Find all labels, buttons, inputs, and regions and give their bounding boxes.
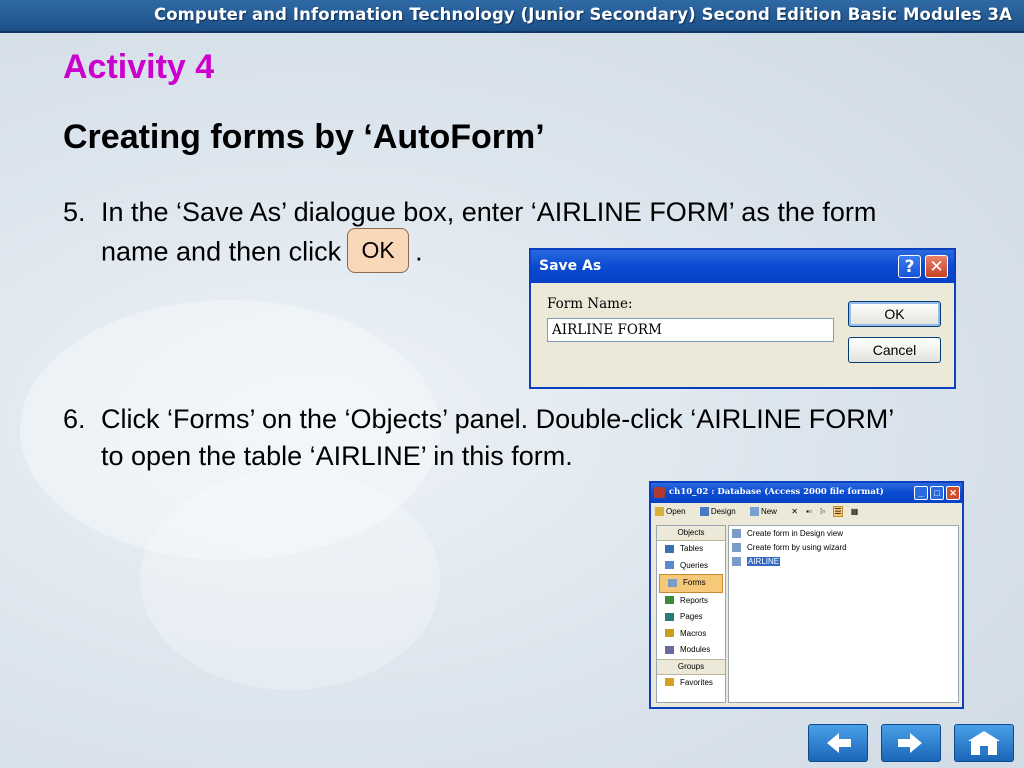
query-icon xyxy=(665,561,674,570)
groups-list: Favorites xyxy=(657,675,725,692)
page-icon xyxy=(665,612,674,621)
step-number: 6. xyxy=(63,404,86,434)
save-as-dialog: Save As ? ✕ Form Name: AIRLINE FORM OK C… xyxy=(529,248,956,389)
minimize-icon[interactable]: _ xyxy=(914,486,928,500)
close-icon[interactable]: ✕ xyxy=(925,255,948,278)
objects-list-view: Create form in Design view Create form by… xyxy=(728,525,959,703)
header-title: Computer and Information Technology (Jun… xyxy=(154,5,1012,24)
step-text: Click ‘Forms’ on the ‘Objects’ panel. Do… xyxy=(101,401,894,475)
objects-header[interactable]: Objects xyxy=(657,526,725,541)
objects-panel: Objects Tables Queries Forms Reports Pages Ma… xyxy=(656,525,726,703)
new-label: New xyxy=(760,507,777,516)
design-label: Design xyxy=(710,507,736,516)
new-button[interactable]: New xyxy=(749,507,783,517)
item-label: Create form in Design view xyxy=(747,529,844,538)
item-label: Queries xyxy=(680,560,709,570)
item-label: Reports xyxy=(680,595,709,605)
item-label: Favorites xyxy=(680,677,713,687)
home-button[interactable] xyxy=(954,724,1014,762)
list-item[interactable]: AIRLINE xyxy=(729,555,958,568)
step-line: name and then click xyxy=(101,236,342,267)
objects-list: Tables Queries Forms Reports Pages Macros Modu… xyxy=(657,541,725,659)
ok-button-illustration: OK xyxy=(347,228,410,273)
groups-header[interactable]: Groups xyxy=(657,658,725,675)
dialog-titlebar: Save As ? ✕ xyxy=(531,250,954,283)
database-window: ch10_02 : Database (Access 2000 file for… xyxy=(649,481,964,709)
background-decoration xyxy=(140,470,440,690)
open-label: Open xyxy=(666,507,686,516)
large-icons-icon[interactable]: ▪▫ xyxy=(806,507,812,516)
design-view-icon xyxy=(732,529,741,539)
list-item[interactable]: Create form by using wizard xyxy=(729,541,958,554)
list-view-icon[interactable]: ☰ xyxy=(833,506,843,517)
open-icon xyxy=(655,507,664,517)
step-line: In the ‘Save As’ dialogue box, enter ‘AI… xyxy=(101,197,877,227)
design-icon xyxy=(699,507,709,517)
db-title: ch10_02 : Database (Access 2000 file for… xyxy=(669,487,884,497)
form-name-input[interactable]: AIRLINE FORM xyxy=(547,318,834,342)
favorites-icon xyxy=(665,678,674,687)
help-icon[interactable]: ? xyxy=(898,255,921,278)
ok-button[interactable]: OK xyxy=(848,301,941,327)
database-icon xyxy=(654,487,665,498)
sidebar-item-forms[interactable]: Forms xyxy=(659,574,723,593)
report-icon xyxy=(665,596,674,605)
sidebar-item-tables[interactable]: Tables xyxy=(657,541,725,558)
sidebar-item-reports[interactable]: Reports xyxy=(657,593,725,610)
item-label: Create form by using wizard xyxy=(747,543,847,552)
step-6: 6. Click ‘Forms’ on the ‘Objects’ panel.… xyxy=(63,401,1013,481)
open-button[interactable]: Open xyxy=(655,507,692,517)
arrow-right-icon xyxy=(898,733,922,753)
item-label: Pages xyxy=(680,612,703,621)
step-line: . xyxy=(415,236,423,267)
table-icon xyxy=(665,544,674,553)
sidebar-item-favorites[interactable]: Favorites xyxy=(657,675,725,692)
arrow-left-icon xyxy=(827,733,851,753)
new-icon xyxy=(749,507,759,517)
header-bar: Computer and Information Technology (Jun… xyxy=(0,0,1024,33)
back-button[interactable] xyxy=(808,724,868,762)
item-label: Modules xyxy=(680,645,711,654)
step-number: 5. xyxy=(63,197,86,227)
delete-icon[interactable]: ✕ xyxy=(791,507,798,516)
activity-heading: Activity 4 xyxy=(63,48,215,86)
entries-list: Create form in Design view Create form by… xyxy=(729,527,958,568)
details-view-icon[interactable]: ▦ xyxy=(851,507,859,516)
sidebar-item-macros[interactable]: Macros xyxy=(657,626,725,643)
macro-icon xyxy=(665,629,674,638)
small-icons-icon[interactable]: ⁞▫ xyxy=(820,507,825,516)
page-title: Creating forms by ‘AutoForm’ xyxy=(63,118,545,156)
wizard-icon xyxy=(732,543,741,553)
close-icon[interactable]: ✕ xyxy=(946,486,960,500)
item-label: Macros xyxy=(680,628,707,638)
forward-button[interactable] xyxy=(881,724,941,762)
dialog-title: Save As xyxy=(539,258,602,274)
form-icon xyxy=(732,557,741,567)
home-icon xyxy=(968,731,1000,755)
step-line: to open the table ‘AIRLINE’ in this form… xyxy=(101,441,573,471)
db-toolbar: Open Design New ✕ ▪▫ ⁞▫ ☰ ▦ xyxy=(655,506,864,522)
form-icon xyxy=(668,578,677,587)
form-name-label: Form Name: xyxy=(547,296,633,312)
item-label: Forms xyxy=(683,578,706,587)
module-icon xyxy=(665,645,674,654)
sidebar-item-pages[interactable]: Pages xyxy=(657,609,725,626)
item-label: Tables xyxy=(680,544,704,553)
sidebar-item-modules[interactable]: Modules xyxy=(657,642,725,659)
maximize-icon[interactable]: □ xyxy=(930,486,944,500)
cancel-button[interactable]: Cancel xyxy=(848,337,941,363)
step-line: Click ‘Forms’ on the ‘Objects’ panel. Do… xyxy=(101,404,895,434)
db-titlebar: ch10_02 : Database (Access 2000 file for… xyxy=(651,483,962,503)
sidebar-item-queries[interactable]: Queries xyxy=(657,558,725,575)
item-label: AIRLINE xyxy=(747,557,781,566)
list-item[interactable]: Create form in Design view xyxy=(729,527,958,540)
design-button[interactable]: Design xyxy=(699,507,742,517)
